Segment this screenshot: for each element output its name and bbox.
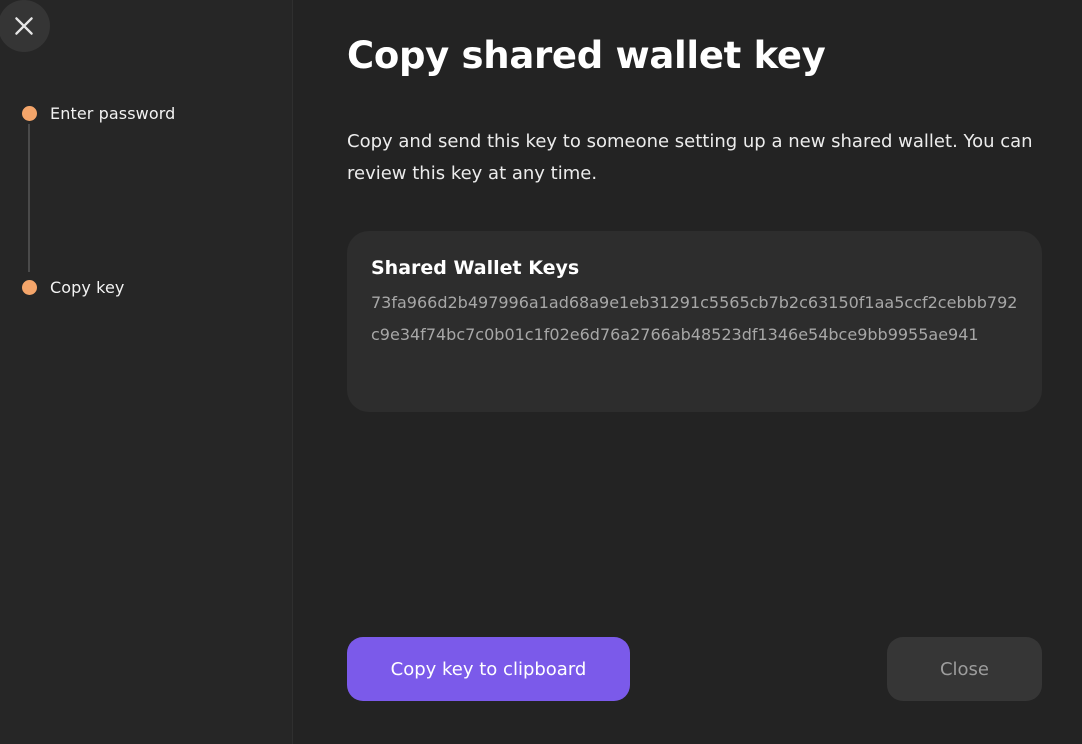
stepper-sidebar: Enter password Copy key [0, 0, 293, 744]
step-dot-icon [22, 106, 37, 121]
app-root: Enter password Copy key Copy shared wall… [0, 0, 1082, 744]
step-copy-key: Copy key [22, 278, 124, 297]
close-button[interactable]: Close [887, 637, 1042, 701]
shared-wallet-key-value[interactable]: 73fa966d2b497996a1ad68a9e1eb31291c5565cb… [371, 287, 1023, 351]
close-icon-glyph [15, 17, 33, 35]
copy-key-to-clipboard-button[interactable]: Copy key to clipboard [347, 637, 630, 701]
main-content: Copy shared wallet key Copy and send thi… [347, 0, 1042, 744]
step-label: Enter password [50, 104, 176, 123]
close-icon[interactable] [0, 0, 50, 52]
step-enter-password: Enter password [22, 104, 175, 123]
shared-wallet-key-card: Shared Wallet Keys 73fa966d2b497996a1ad6… [347, 231, 1042, 412]
step-connector-line [28, 124, 30, 272]
page-description: Copy and send this key to someone settin… [347, 131, 1033, 184]
page-title: Copy shared wallet key [347, 34, 826, 77]
step-label: Copy key [50, 278, 125, 297]
step-dot-icon [22, 280, 37, 295]
key-card-title: Shared Wallet Keys [371, 257, 580, 279]
